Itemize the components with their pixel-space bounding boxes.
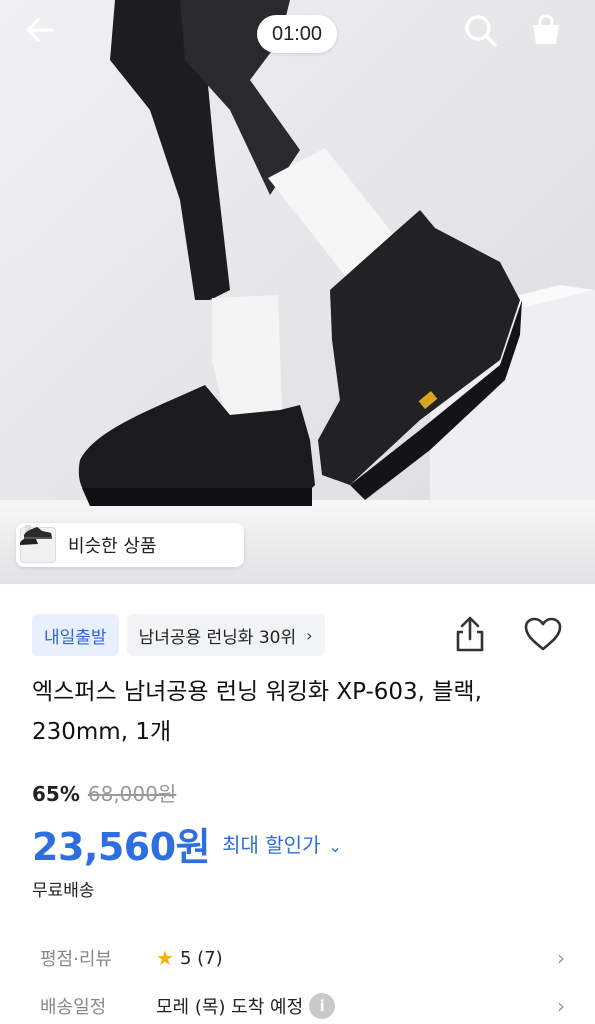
- chevron-down-icon: ⌄: [328, 837, 342, 856]
- express-delivery-badge: 내일출발: [32, 614, 119, 656]
- free-shipping-label: 무료배송: [32, 881, 95, 901]
- product-image[interactable]: 01:00 비슷한 상품: [0, 0, 595, 584]
- search-icon: [465, 15, 497, 47]
- ranking-badge[interactable]: 남녀공용 런닝화 30위 ›: [126, 614, 325, 656]
- review-count: (7): [197, 947, 223, 969]
- rating-review-row[interactable]: 평점·리뷰 ★ 5 (7) ›: [40, 938, 565, 978]
- back-button[interactable]: [22, 12, 70, 60]
- price-original-row: 65% 68,000원: [32, 778, 176, 807]
- product-title: 엑스퍼스 남녀공용 런닝 워킹화 XP-603, 블랙, 230mm, 1개: [32, 679, 482, 745]
- product-photo-illustration: [0, 0, 595, 584]
- badge-row: 내일출발 남녀공용 런닝화 30위 ›: [32, 614, 325, 656]
- delivery-schedule-row[interactable]: 배송일정 모레 (목) 도착 예정 i ›: [40, 986, 565, 1024]
- chevron-right-icon: ›: [557, 946, 565, 970]
- top-bar: 01:00: [0, 0, 595, 72]
- max-discount-label: 최대 할인가: [222, 833, 321, 857]
- cart-button[interactable]: [528, 12, 576, 60]
- ranking-label: 남녀공용 런닝화 30위: [138, 627, 297, 648]
- delivery-estimate: 모레 (목) 도착 예정 i: [156, 993, 545, 1019]
- share-icon: [456, 616, 484, 652]
- star-icon: ★: [156, 946, 174, 970]
- rating-value: ★ 5 (7): [156, 946, 545, 970]
- info-icon[interactable]: i: [309, 993, 336, 1019]
- rating-review-label: 평점·리뷰: [40, 949, 112, 970]
- wishlist-button[interactable]: [520, 612, 566, 656]
- similar-products-label: 비슷한 상품: [68, 536, 157, 557]
- original-price: 68,000원: [87, 782, 177, 806]
- similar-products-button[interactable]: 비슷한 상품: [16, 523, 244, 567]
- delivery-schedule-label: 배송일정: [40, 997, 107, 1018]
- sale-price: 23,560원: [32, 825, 211, 869]
- timer-badge: 01:00: [257, 15, 337, 53]
- shoe-icon: [24, 527, 52, 539]
- share-button[interactable]: [448, 612, 492, 656]
- chevron-right-icon: ›: [557, 994, 565, 1018]
- delivery-estimate-text: 모레 (목) 도착 예정: [156, 997, 304, 1018]
- price-sale-row: 23,560원 최대 할인가 ⌄: [32, 816, 342, 871]
- discount-rate: 65%: [32, 782, 80, 806]
- arrow-left-icon: [26, 18, 54, 42]
- max-discount-button[interactable]: 최대 할인가 ⌄: [222, 829, 342, 858]
- rating-score: 5: [179, 947, 192, 969]
- heart-icon: [524, 617, 562, 651]
- chevron-right-icon: ›: [306, 625, 313, 645]
- shopping-bag-icon: [533, 14, 559, 44]
- search-button[interactable]: [462, 12, 510, 60]
